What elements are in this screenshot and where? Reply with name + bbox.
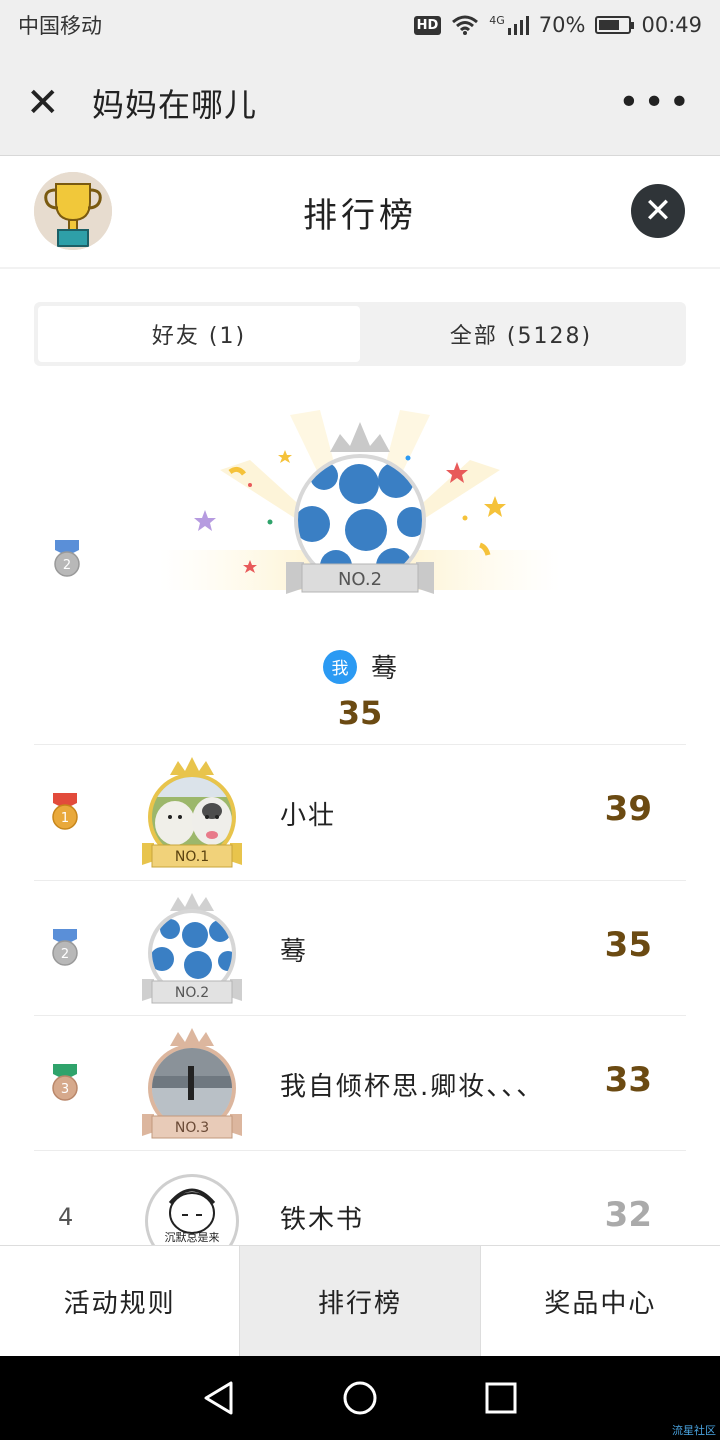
player-avatar[interactable]: NO.1 <box>140 755 244 871</box>
player-name: 我自倾杯思.卿妆、、、 <box>280 1072 545 1102</box>
app-header: ✕ 妈妈在哪儿 ••• <box>0 50 720 156</box>
battery-icon <box>595 16 635 34</box>
hd-icon: HD <box>413 15 442 35</box>
me-badge: 我 <box>322 649 357 684</box>
rank-badge-label: NO.2 <box>175 985 209 1001</box>
avatar-caption: 沉默总是来 <box>165 1230 220 1244</box>
close-icon: ✕ <box>643 191 673 231</box>
player-score: 32 <box>604 1195 652 1235</box>
close-ranking-button[interactable]: ✕ <box>631 184 685 238</box>
player-avatar[interactable]: 沉默总是来 <box>140 1173 244 1245</box>
bottom-nav: 活动规则 排行榜 奖品中心 <box>0 1245 720 1356</box>
leaderboard-row[interactable]: 2 NO.2 蓦 35 <box>34 881 686 1017</box>
ranking-header: 排行榜 ✕ <box>0 157 720 269</box>
my-name: 蓦 <box>370 654 397 684</box>
player-name: 小壮 <box>280 801 337 831</box>
medal-rank-number: 2 <box>61 947 69 962</box>
tab-friends[interactable]: 好友 (1) <box>38 306 360 362</box>
tab-switcher: 好友 (1) 全部 (5128) <box>34 302 686 366</box>
my-rank-card: 2 NO.2 我 蓦 35 <box>0 400 720 744</box>
watermark: 流星社区 <box>672 1424 716 1437</box>
home-icon[interactable] <box>342 1380 378 1416</box>
medal-rank-number: 2 <box>63 558 71 573</box>
leaderboard-row[interactable]: 3 NO.3 我自倾杯思.卿妆、、、 33 <box>34 1016 686 1152</box>
back-icon[interactable] <box>203 1381 235 1415</box>
close-icon[interactable]: ✕ <box>26 80 70 126</box>
nav-activity-rules[interactable]: 活动规则 <box>0 1246 239 1356</box>
rank-badge-label: NO.1 <box>175 849 209 865</box>
my-name-line: 我 蓦 <box>0 648 720 685</box>
my-rank-badge: NO.2 <box>338 569 382 590</box>
app-title: 妈妈在哪儿 <box>92 85 258 124</box>
system-nav-bar <box>0 1356 720 1440</box>
rank-number: 4 <box>58 1203 74 1231</box>
more-menu-icon[interactable]: ••• <box>618 82 694 123</box>
signal-icon <box>507 16 529 35</box>
silver-medal-icon: 2 <box>52 929 78 966</box>
my-avatar[interactable]: NO.2 <box>284 416 436 600</box>
bronze-medal-icon: 3 <box>52 1064 78 1101</box>
player-score: 35 <box>604 925 652 965</box>
page-title: 排行榜 <box>303 195 417 236</box>
network-type: 4G <box>489 13 505 27</box>
trophy-icon <box>34 172 112 250</box>
battery-percent: 70% <box>538 13 586 37</box>
nav-leaderboard[interactable]: 排行榜 <box>239 1246 480 1356</box>
medal-rank-number: 1 <box>61 811 69 826</box>
player-name: 铁木书 <box>280 1205 365 1235</box>
player-name: 蓦 <box>280 937 309 967</box>
my-score: 35 <box>337 694 383 732</box>
player-score: 33 <box>604 1060 652 1100</box>
player-score: 39 <box>604 789 652 829</box>
recents-icon[interactable] <box>485 1382 517 1414</box>
clock: 00:49 <box>641 13 702 37</box>
leaderboard-row[interactable]: 4 沉默总是来 铁木书 32 <box>34 1151 686 1245</box>
player-avatar[interactable]: NO.2 <box>140 891 244 1007</box>
tab-all[interactable]: 全部 (5128) <box>360 306 682 362</box>
rank-badge-label: NO.3 <box>175 1120 209 1136</box>
nav-prize-center[interactable]: 奖品中心 <box>479 1246 720 1356</box>
gold-medal-icon: 1 <box>52 793 78 830</box>
status-bar: 中国移动 HD 4G 70% 00:49 <box>0 0 720 50</box>
wifi-icon <box>452 15 479 35</box>
silver-medal-icon: 2 <box>54 540 80 577</box>
carrier-label: 中国移动 <box>18 14 102 38</box>
medal-rank-number: 3 <box>61 1082 69 1097</box>
leaderboard-row[interactable]: 1 NO.1 小壮 39 <box>34 745 686 881</box>
player-avatar[interactable]: NO.3 <box>140 1026 244 1142</box>
